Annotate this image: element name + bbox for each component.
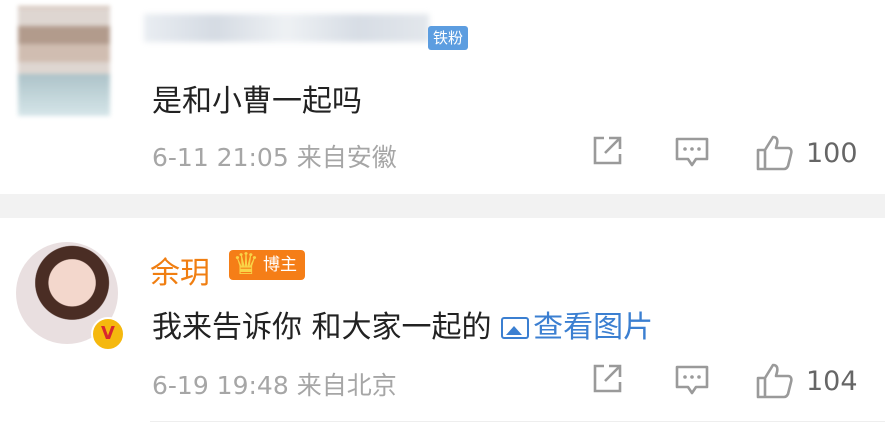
like-count: 100	[806, 138, 858, 169]
comment-item: 铁粉 是和小曹一起吗 6-11 21:05 来自安徽 100	[0, 0, 885, 194]
section-divider	[0, 194, 885, 218]
username-blurred[interactable]	[144, 14, 429, 42]
verified-badge: V	[91, 317, 125, 351]
view-image-link[interactable]: 查看图片	[501, 310, 653, 345]
like-icon	[756, 135, 793, 171]
comment-item: 余玥 博主 ♛ 我来告诉你 和大家一起的 查看图片 6-19 19:48 来自北…	[0, 218, 885, 422]
comment-meta: 6-19 19:48 来自北京	[152, 366, 397, 402]
like-icon	[756, 363, 793, 399]
crown-icon: ♛	[232, 247, 260, 282]
like-count: 104	[806, 366, 858, 397]
comment-source: 来自北京	[296, 371, 397, 400]
comment-icon	[675, 137, 709, 167]
view-image-label: 查看图片	[533, 310, 654, 345]
avatar[interactable]	[18, 6, 110, 116]
like-button[interactable]: 100	[754, 134, 864, 174]
username[interactable]: 余玥	[150, 248, 210, 292]
share-icon	[593, 136, 622, 165]
comment-text: 是和小曹一起吗	[152, 84, 362, 119]
reply-button[interactable]	[674, 134, 710, 174]
share-button[interactable]	[590, 362, 624, 402]
comment-date: 6-19 19:48	[152, 371, 289, 400]
share-icon	[593, 364, 622, 393]
comment-text-body: 我来告诉你 和大家一起的	[152, 310, 502, 345]
image-icon	[501, 317, 530, 339]
comment-source: 来自安徽	[296, 143, 397, 172]
share-button[interactable]	[590, 134, 624, 174]
comment-text: 我来告诉你 和大家一起的 查看图片	[152, 302, 653, 346]
comment-meta: 6-11 21:05 来自安徽	[152, 138, 397, 174]
comment-date: 6-11 21:05	[152, 143, 289, 172]
like-button[interactable]: 104	[754, 362, 864, 402]
comment-icon	[675, 365, 709, 395]
fan-badge: 铁粉	[428, 26, 468, 50]
blogger-badge-label: 博主	[263, 255, 297, 275]
reply-button[interactable]	[674, 362, 710, 402]
